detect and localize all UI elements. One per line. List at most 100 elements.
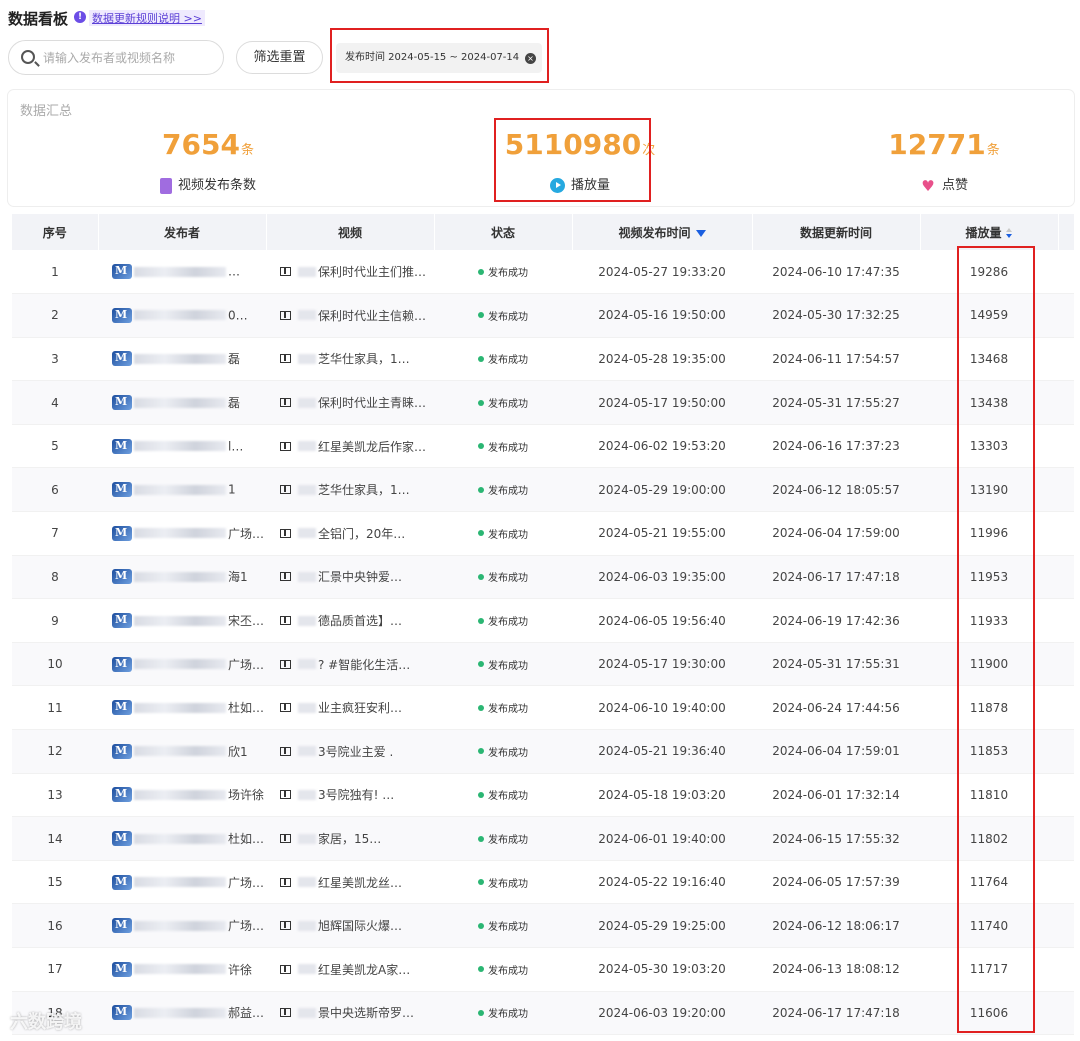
- update-rules-link[interactable]: 数据更新规则说明 >>: [89, 10, 205, 26]
- cell-publisher[interactable]: 0…: [98, 293, 266, 338]
- cell-video[interactable]: 3号院业主爱 .: [266, 729, 434, 774]
- cell-video[interactable]: 汇景中央钟爱…: [266, 555, 434, 600]
- table-row[interactable]: 8 海1 汇景中央钟爱… 发布成功 2024-06-03 19:35:002024-06…: [12, 555, 1074, 600]
- cell-video[interactable]: 业主疯狂安利…: [266, 685, 434, 731]
- redacted-name: [134, 659, 226, 670]
- cell-publisher[interactable]: 场许徐: [98, 773, 266, 818]
- col-header-publish-time[interactable]: 视频发布时间: [572, 214, 753, 250]
- table-row[interactable]: 10 广场… ? #智能化生活… 发布成功 2024-05-17 19:30:00202…: [12, 642, 1074, 687]
- filter-icon[interactable]: [695, 229, 706, 237]
- cell-video[interactable]: ? #智能化生活…: [266, 642, 434, 687]
- cell-publisher[interactable]: 海1: [98, 555, 266, 600]
- filter-reset-button[interactable]: 筛选重置: [236, 41, 323, 74]
- table-row[interactable]: 16 广场… 旭辉国际火爆… 发布成功 2024-05-29 19:25:002024-…: [12, 903, 1074, 948]
- table-row[interactable]: 1 … 保利时代业主们推… 发布成功 2024-05-27 19:33:202024-0…: [12, 250, 1074, 295]
- publisher-avatar: [112, 656, 132, 672]
- highlight-frame-plays-column: [957, 246, 1035, 1033]
- cell-video[interactable]: 全铝门，20年…: [266, 511, 434, 556]
- cell-index: 12: [12, 729, 98, 774]
- cell-video[interactable]: 芝华仕家具，1…: [266, 337, 434, 382]
- cell-publisher[interactable]: 许徐: [98, 947, 266, 992]
- table-row[interactable]: 5 l… 红星美凯龙后作家… 发布成功 2024-06-02 19:53:202024-…: [12, 424, 1074, 469]
- cell-index: 7: [12, 511, 98, 556]
- redacted-name: [134, 397, 226, 408]
- table-row[interactable]: 17 许徐 红星美凯龙A家… 发布成功 2024-05-30 19:03:202024-…: [12, 947, 1074, 992]
- col-header-plays[interactable]: 播放量: [920, 214, 1059, 250]
- cell-publisher[interactable]: 杜如…: [98, 816, 266, 861]
- cell-video[interactable]: 家居，15…: [266, 816, 434, 861]
- table-row[interactable]: 3 磊 芝华仕家具，1… 发布成功 2024-05-28 19:35:002024-06…: [12, 337, 1074, 382]
- cell-publisher[interactable]: 广场…: [98, 860, 266, 905]
- cell-publisher[interactable]: 磊: [98, 380, 266, 425]
- cell-publisher[interactable]: 郝益…: [98, 991, 266, 1036]
- table-row[interactable]: 15 广场… 红星美凯龙丝… 发布成功 2024-05-22 19:16:402024-…: [12, 860, 1074, 905]
- cell-video[interactable]: 旭辉国际火爆…: [266, 903, 434, 948]
- cell-update-time: 2024-06-01 17:32:14: [752, 773, 920, 818]
- cell-status: 发布成功: [434, 773, 572, 818]
- cell-publisher[interactable]: 广场…: [98, 642, 266, 687]
- cell-publish-time: 2024-05-29 19:00:00: [572, 467, 752, 513]
- cell-publisher[interactable]: …: [98, 250, 266, 295]
- publisher-avatar: [112, 482, 132, 498]
- cell-update-time: 2024-05-31 17:55:27: [752, 380, 920, 425]
- cell-video[interactable]: 保利时代业主信赖…: [266, 293, 434, 338]
- cell-video[interactable]: 德品质首选】…: [266, 598, 434, 643]
- table-row[interactable]: 13 场许徐 3号院独有! … 发布成功 2024-05-18 19:03:202024…: [12, 773, 1074, 818]
- publisher-avatar: [112, 264, 132, 280]
- publisher-avatar: [112, 569, 132, 585]
- cell-video[interactable]: 保利时代业主青睐…: [266, 380, 434, 425]
- redacted-text: [298, 920, 316, 931]
- col-header-publish-time-label: 视频发布时间: [618, 225, 691, 240]
- cell-video[interactable]: 景中央选斯帝罗…: [266, 991, 434, 1036]
- video-title: 全铝门，20年…: [318, 526, 406, 541]
- table-row[interactable]: 2 0… 保利时代业主信赖… 发布成功 2024-05-16 19:50:002024-…: [12, 293, 1074, 338]
- cell-video[interactable]: 保利时代业主们推…: [266, 250, 434, 295]
- table-row[interactable]: 12 欣1 3号院业主爱 . 发布成功 2024-05-21 19:36:402024-…: [12, 729, 1074, 774]
- redacted-name: [134, 615, 226, 626]
- cell-status: 发布成功: [434, 598, 572, 643]
- status-text: 发布成功: [488, 922, 528, 934]
- redacted-text: [298, 659, 316, 670]
- table-row[interactable]: 18郝益…景中央选斯帝罗…发布成功2024-06-03 19:20:002024…: [12, 991, 1074, 1036]
- cell-publisher[interactable]: 1: [98, 467, 266, 513]
- cell-publisher[interactable]: l…: [98, 424, 266, 469]
- publisher-name-suffix: 磊: [228, 396, 241, 411]
- cell-publish-time: 2024-06-03 19:35:00: [572, 555, 752, 600]
- publisher-name-suffix: 广场…: [228, 875, 265, 890]
- cell-publish-time: 2024-05-30 19:03:20: [572, 947, 752, 992]
- cell-video[interactable]: 红星美凯龙丝…: [266, 860, 434, 905]
- status-text: 发布成功: [488, 442, 528, 454]
- cell-publisher[interactable]: 广场…: [98, 903, 266, 948]
- cell-video[interactable]: 红星美凯龙A家…: [266, 947, 434, 992]
- status-text: 发布成功: [488, 791, 528, 803]
- search-box[interactable]: [8, 40, 224, 75]
- cell-video[interactable]: 芝华仕家具，1…: [266, 467, 434, 513]
- publisher-name-suffix: 海1: [228, 570, 248, 585]
- cell-video[interactable]: 红星美凯龙后作家…: [266, 424, 434, 469]
- cell-update-time: 2024-06-19 17:42:36: [752, 598, 920, 643]
- table-row[interactable]: 9 宋丕… 德品质首选】… 发布成功 2024-06-05 19:56:402024-0…: [12, 598, 1074, 643]
- cell-publisher[interactable]: 宋丕…: [98, 598, 266, 643]
- table-row[interactable]: 6 1 芝华仕家具，1… 发布成功 2024-05-29 19:00:002024-06…: [12, 467, 1074, 513]
- publisher-name-suffix: l…: [228, 439, 244, 454]
- video-title: 家居，15…: [318, 832, 382, 847]
- cell-status: 发布成功: [434, 947, 572, 992]
- sort-icon[interactable]: [1005, 227, 1013, 239]
- cell-publisher[interactable]: 广场…: [98, 511, 266, 556]
- cell-update-time: 2024-06-24 17:44:56: [752, 685, 920, 731]
- table-row[interactable]: 4 磊 保利时代业主青睐… 发布成功 2024-05-17 19:50:002024-0…: [12, 380, 1074, 425]
- table-row[interactable]: 7 广场… 全铝门，20年… 发布成功 2024-05-21 19:55:002024-…: [12, 511, 1074, 556]
- cell-publish-time: 2024-06-05 19:56:40: [572, 598, 752, 643]
- cell-video[interactable]: 3号院独有! …: [266, 773, 434, 818]
- stat-unit: 条: [240, 143, 254, 158]
- cell-status: 发布成功: [434, 467, 572, 513]
- cell-publisher[interactable]: 杜如…: [98, 685, 266, 731]
- table-row[interactable]: 11 杜如… 业主疯狂安利… 发布成功 2024-06-10 19:40:002024-…: [12, 685, 1074, 731]
- col-header-plays-label: 播放量: [965, 225, 1002, 240]
- table-row[interactable]: 14 杜如… 家居，15… 发布成功 2024-06-01 19:40:002024-0…: [12, 816, 1074, 861]
- cell-publisher[interactable]: 欣1: [98, 729, 266, 774]
- search-input[interactable]: [43, 47, 218, 69]
- status-text: 发布成功: [488, 486, 528, 498]
- redacted-name: [134, 353, 226, 364]
- cell-publisher[interactable]: 磊: [98, 337, 266, 382]
